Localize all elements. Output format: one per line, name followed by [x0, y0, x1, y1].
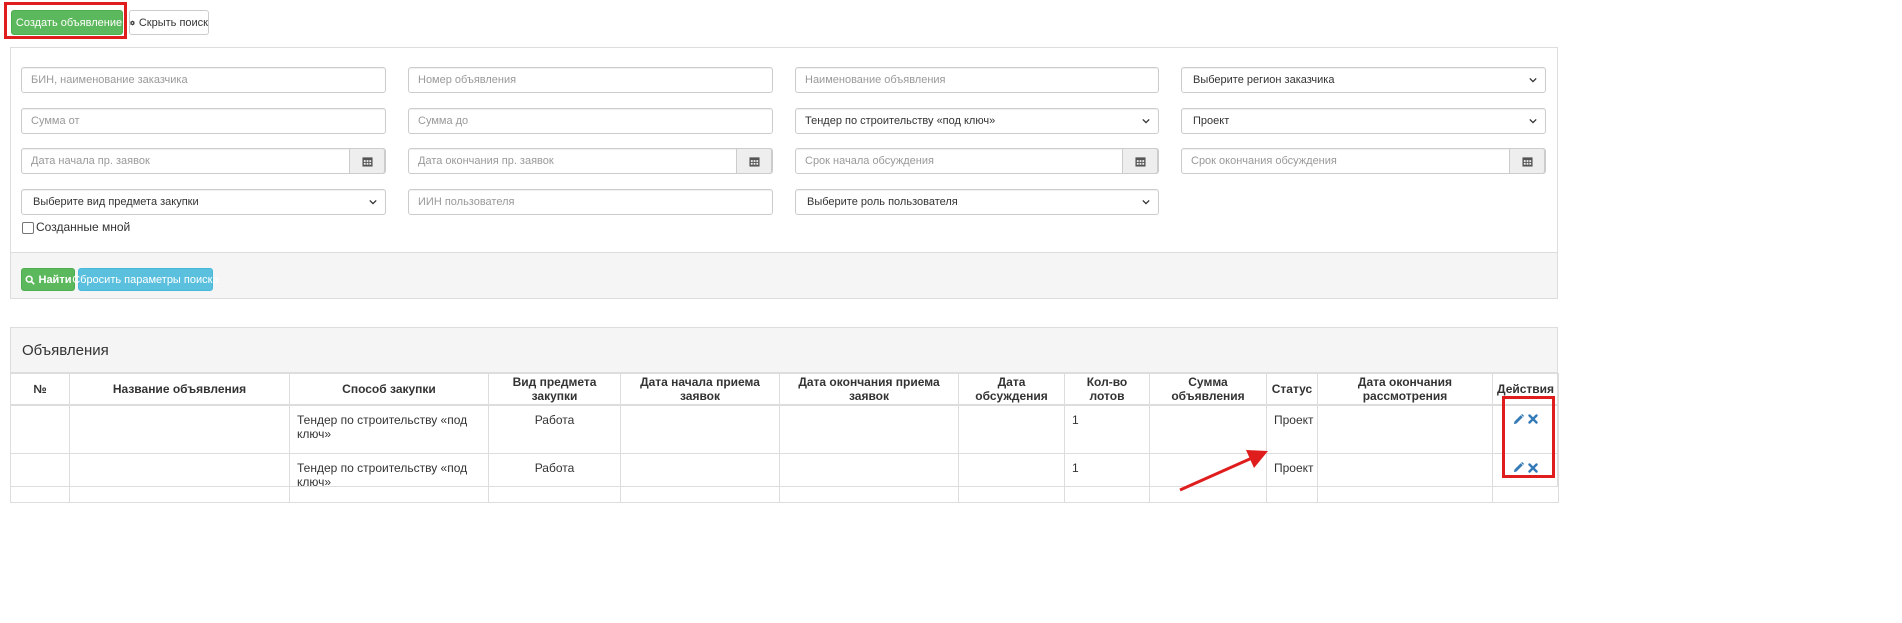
column-header-subject-type[interactable]: Вид предмета закупки [488, 373, 621, 406]
calendar-icon [748, 156, 760, 167]
cell-discussion-date [958, 453, 1065, 503]
cell-method: Тендер по строительству «под ключ» [289, 404, 489, 454]
column-header-status[interactable]: Статус [1266, 373, 1318, 406]
annotation-arrow [1179, 450, 1268, 492]
calendar-icon [1521, 156, 1533, 167]
create-announcement-button[interactable]: Создать объявление [11, 10, 123, 35]
column-header-start-date[interactable]: Дата начала приема заявок [620, 373, 780, 406]
column-header-end-date[interactable]: Дата окончания приема заявок [779, 373, 959, 406]
column-header-name[interactable]: Название объявления [69, 373, 290, 406]
cell-number [10, 453, 70, 503]
subject-type-select[interactable]: Выберите вид предмета закупки [21, 189, 386, 215]
status-select[interactable]: Проект [1181, 108, 1546, 134]
cell-lots: 1 [1064, 453, 1150, 503]
column-header-discussion-date[interactable]: Дата обсуждения [958, 373, 1065, 406]
chevron-down-icon [369, 199, 377, 205]
chevron-down-icon [1142, 118, 1150, 124]
cell-start-date [620, 453, 780, 503]
cell-number [10, 404, 70, 454]
table-row[interactable]: Тендер по строительству «под ключ» Работ… [10, 453, 1559, 503]
column-header-method[interactable]: Способ закупки [289, 373, 489, 406]
cell-end-date [779, 453, 959, 503]
calendar-icon [1134, 156, 1146, 167]
chevron-down-icon [1142, 199, 1150, 205]
user-role-select[interactable]: Выберите роль пользователя [795, 189, 1159, 215]
gear-icon [130, 20, 135, 25]
discussion-start-input[interactable]: Срок начала обсуждения [795, 148, 1159, 174]
table-row[interactable]: Тендер по строительству «под ключ» Работ… [10, 404, 1559, 454]
chevron-down-icon [1529, 118, 1537, 124]
cell-name [69, 404, 290, 454]
sum-from-input[interactable]: Сумма от [21, 108, 386, 134]
results-panel-heading [11, 328, 1557, 373]
announcements-table: № Название объявления Способ закупки Вид… [10, 373, 1559, 503]
cell-review-end [1317, 453, 1493, 503]
find-label: Найти [38, 273, 72, 286]
calendar-button[interactable] [1509, 148, 1545, 174]
column-header-sum[interactable]: Сумма объявления [1149, 373, 1267, 406]
announcement-name-input[interactable]: Наименование объявления [795, 67, 1159, 93]
cell-method: Тендер по строительству «под ключ» [289, 453, 489, 503]
customer-region-select[interactable]: Выберите регион заказчика [1181, 67, 1546, 93]
end-date-input[interactable]: Дата окончания пр. заявок [408, 148, 773, 174]
calendar-icon [361, 156, 373, 167]
calendar-button[interactable] [349, 148, 385, 174]
customer-search-input[interactable]: БИН, наименование заказчика [21, 67, 386, 93]
reset-search-label: Сбросить параметры поиска [72, 273, 219, 286]
cell-discussion-date [958, 404, 1065, 454]
find-button[interactable]: Найти [21, 268, 75, 291]
created-by-me-label: Созданные мной [36, 220, 131, 234]
cell-start-date [620, 404, 780, 454]
cell-name [69, 453, 290, 503]
start-date-input[interactable]: Дата начала пр. заявок [21, 148, 386, 174]
reset-search-button[interactable]: Сбросить параметры поиска [72, 268, 219, 291]
procurement-method-select[interactable]: Тендер по строительству «под ключ» [795, 108, 1159, 134]
chevron-down-icon [1529, 77, 1537, 83]
calendar-button[interactable] [1122, 148, 1158, 174]
column-header-number[interactable]: № [10, 373, 70, 406]
created-by-me-checkbox[interactable] [22, 222, 34, 234]
create-announcement-label: Создать объявление [15, 16, 123, 29]
user-iin-input[interactable]: ИИН пользователя [408, 189, 773, 215]
cell-lots: 1 [1064, 404, 1150, 454]
hide-search-button[interactable]: Скрыть поиск [129, 10, 209, 35]
search-panel-footer [11, 252, 1557, 298]
cell-end-date [779, 404, 959, 454]
sum-to-input[interactable]: Сумма до [408, 108, 773, 134]
table-header-row: № Название объявления Способ закупки Вид… [10, 373, 1559, 406]
calendar-button[interactable] [736, 148, 772, 174]
results-title: Объявления [22, 342, 109, 359]
column-header-review-end[interactable]: Дата окончания рассмотрения [1317, 373, 1493, 406]
hide-search-label: Скрыть поиск [138, 16, 208, 29]
cell-subject-type: Работа [488, 453, 621, 503]
cell-review-end [1317, 404, 1493, 454]
cell-subject-type: Работа [488, 404, 621, 454]
announcement-number-input[interactable]: Номер объявления [408, 67, 773, 93]
search-icon [25, 275, 35, 285]
annotation-highlight-actions [1502, 396, 1555, 478]
discussion-end-input[interactable]: Срок окончания обсуждения [1181, 148, 1546, 174]
column-header-lots[interactable]: Кол-во лотов [1064, 373, 1150, 406]
